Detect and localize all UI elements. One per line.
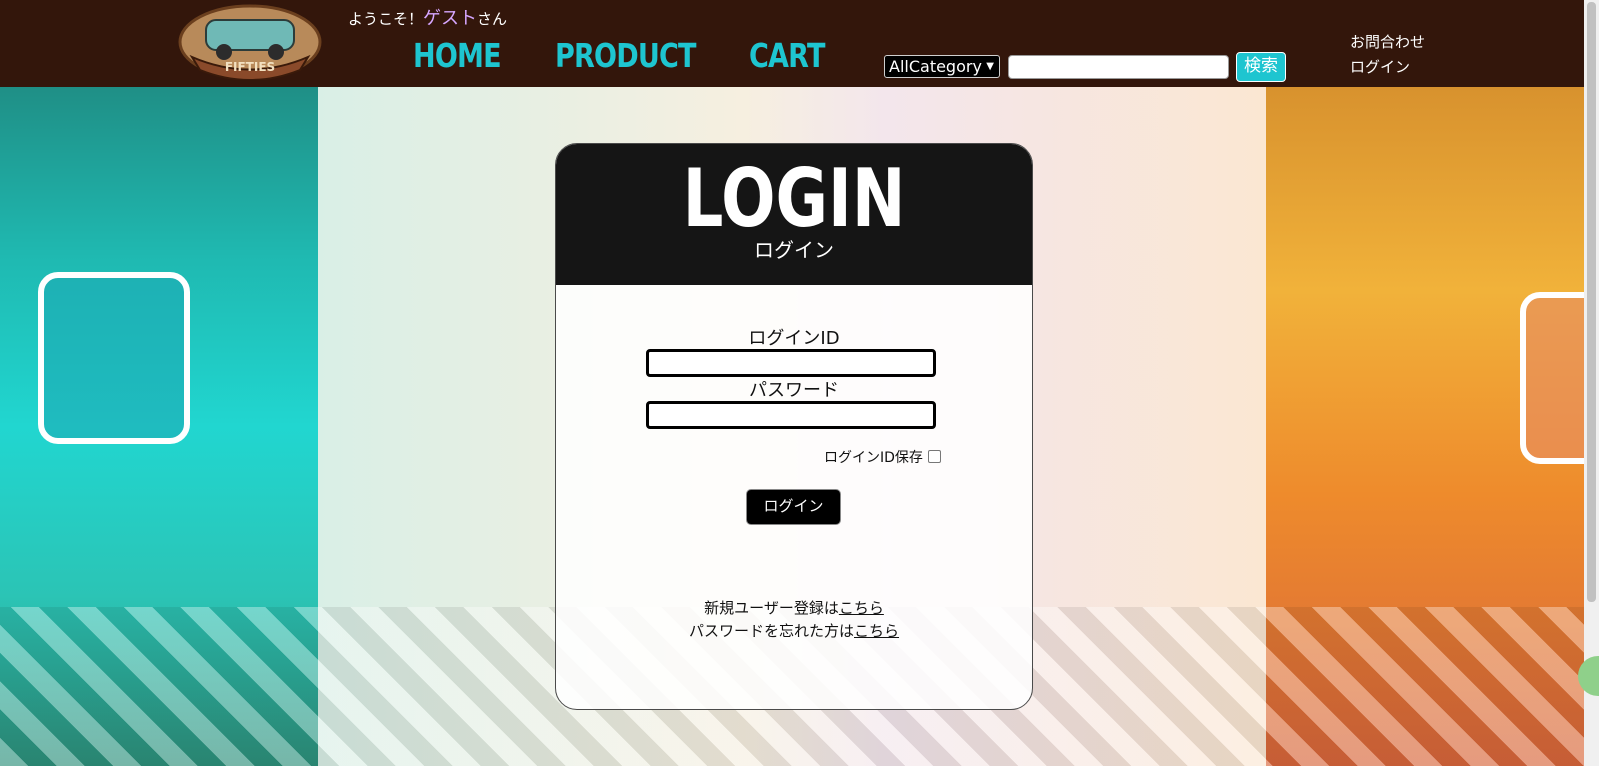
forgot-password-link[interactable]: こちら: [854, 622, 899, 640]
login-subtitle: ログイン: [754, 238, 834, 262]
login-card: LOGIN ログイン ログインID パスワード ログインID保存 ログイン 新規…: [555, 143, 1033, 710]
password-input[interactable]: [646, 401, 936, 429]
forgot-prefix: パスワードを忘れた方は: [688, 622, 854, 640]
logo-text: FIFTIES: [225, 60, 275, 74]
scrollbar-thumb[interactable]: [1587, 2, 1596, 602]
welcome-suffix: さん: [477, 10, 508, 28]
nav-cart[interactable]: CART: [749, 36, 825, 76]
remember-id-label: ログインID保存: [824, 450, 923, 466]
welcome-prefix: ようこそ！: [348, 10, 424, 28]
search-button[interactable]: 検索: [1236, 52, 1286, 82]
fifties-logo[interactable]: FIFTIES: [172, 2, 328, 80]
login-submit-button[interactable]: ログイン: [746, 489, 841, 525]
login-title: LOGIN: [682, 152, 906, 245]
classic-diner-sign-image: [38, 272, 190, 444]
dropdown-arrow-icon: ▼: [986, 61, 994, 72]
nav-home[interactable]: HOME: [413, 36, 502, 76]
register-prefix: 新規ユーザー登録は: [704, 599, 839, 617]
login-id-label: ログインID: [748, 328, 840, 349]
remember-id-checkbox[interactable]: [928, 450, 941, 463]
welcome-message: ようこそ！ゲストさん: [348, 4, 507, 30]
nav-product[interactable]: PRODUCT: [555, 36, 697, 76]
register-link[interactable]: こちら: [839, 599, 884, 617]
password-label: パスワード: [749, 380, 839, 401]
register-line: 新規ユーザー登録はこちら: [556, 597, 1032, 618]
login-id-input[interactable]: [646, 349, 936, 377]
guest-name: ゲスト: [423, 8, 478, 29]
category-select[interactable]: AllCategory ▼: [884, 55, 1000, 78]
header-login-link[interactable]: ログイン: [1350, 56, 1410, 77]
login-card-header: LOGIN ログイン: [556, 144, 1032, 285]
contact-link[interactable]: お問合わせ: [1350, 31, 1425, 52]
forgot-password-line: パスワードを忘れた方はこちら: [556, 620, 1032, 641]
category-select-value: AllCategory: [889, 57, 982, 76]
site-header: FIFTIES ようこそ！ゲストさん HOME PRODUCT CART All…: [0, 0, 1584, 87]
search-input[interactable]: [1008, 55, 1229, 79]
right-diner-sign-image: [1520, 292, 1584, 464]
